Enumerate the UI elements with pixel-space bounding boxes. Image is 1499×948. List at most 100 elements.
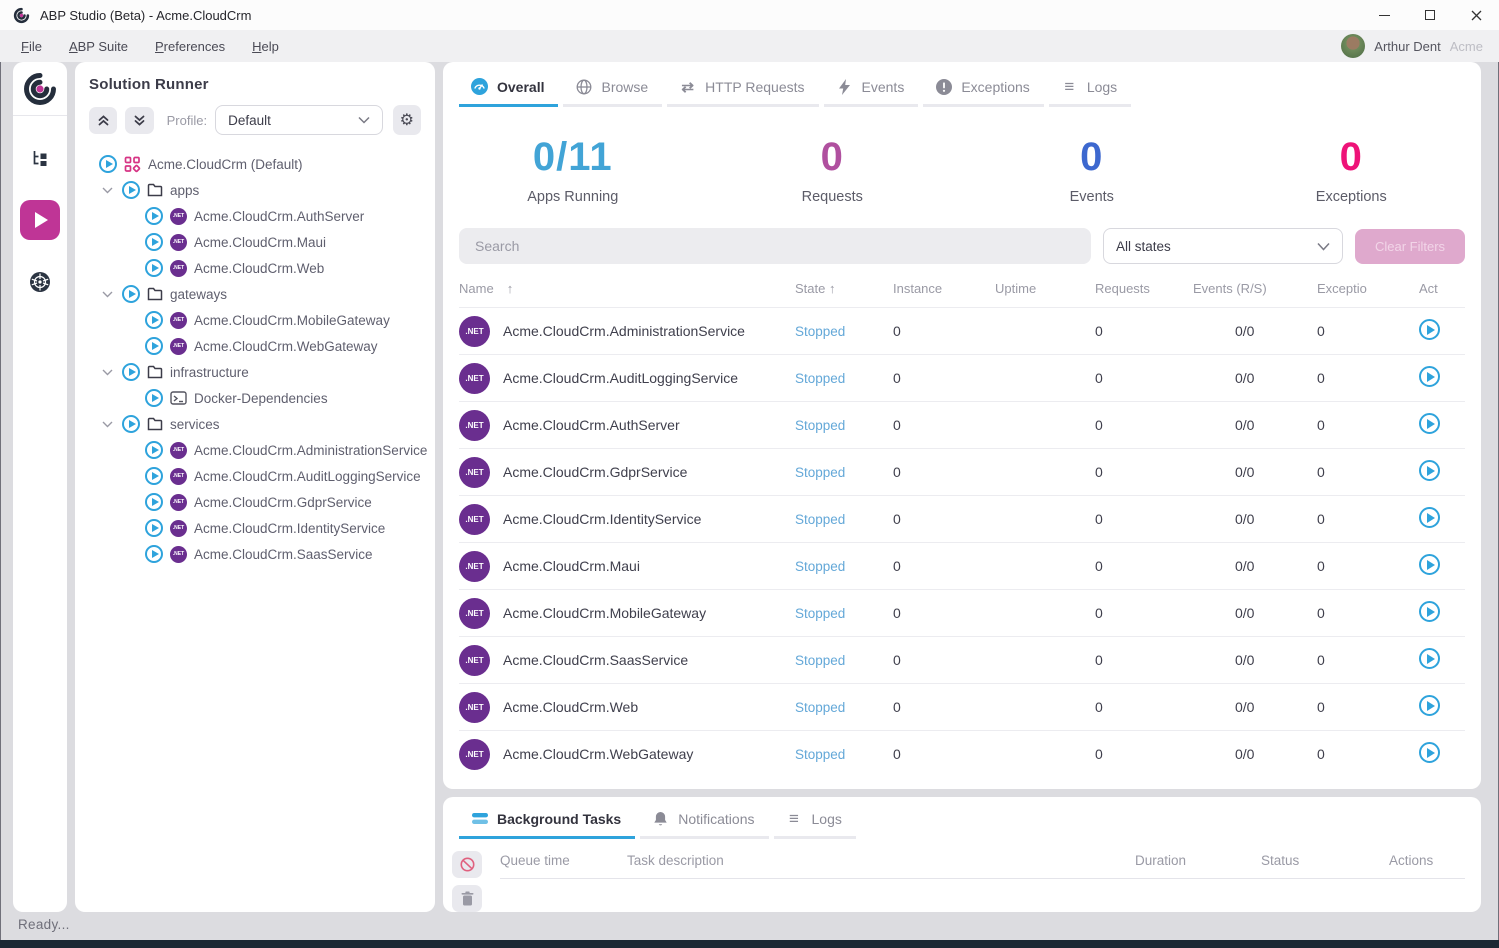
tab-browse[interactable]: Browse: [563, 68, 662, 107]
start-app-button[interactable]: [1419, 507, 1440, 531]
status-bar: Ready...: [0, 912, 1499, 940]
menu-file[interactable]: File: [21, 39, 42, 54]
tree-item-administrationservice[interactable]: Acme.CloudCrm.AdministrationService: [75, 437, 435, 463]
app-events: 0/0: [1193, 746, 1317, 762]
start-app-button[interactable]: [1419, 601, 1440, 625]
tree-item-infrastructure[interactable]: infrastructure: [75, 359, 435, 385]
tree-item-identityservice[interactable]: Acme.CloudCrm.IdentityService: [75, 515, 435, 541]
play-icon[interactable]: [145, 337, 163, 355]
clear-tasks-button[interactable]: [452, 885, 482, 912]
play-icon[interactable]: [145, 389, 163, 407]
play-icon[interactable]: [122, 363, 140, 381]
tab-http-requests[interactable]: ⇄ HTTP Requests: [667, 68, 818, 107]
runner-settings-button[interactable]: ⚙: [393, 105, 421, 135]
solution-explorer-button[interactable]: [20, 138, 60, 178]
expand-all-button[interactable]: [125, 107, 153, 134]
tree-item-auditloggingservice[interactable]: Acme.CloudCrm.AuditLoggingService: [75, 463, 435, 489]
play-icon[interactable]: [145, 545, 163, 563]
minimize-button[interactable]: [1361, 0, 1407, 30]
app-state: Stopped: [795, 653, 893, 668]
bell-icon: [652, 810, 669, 827]
start-app-button[interactable]: [1419, 742, 1440, 766]
tree-item-authserver[interactable]: Acme.CloudCrm.AuthServer: [75, 203, 435, 229]
column-header-state[interactable]: State: [795, 281, 893, 296]
chevron-down-icon[interactable]: [99, 421, 115, 428]
tree-item-label: Docker-Dependencies: [194, 391, 328, 406]
play-icon[interactable]: [99, 155, 117, 173]
chevron-down-icon[interactable]: [99, 187, 115, 194]
play-icon: [1419, 507, 1440, 528]
play-icon[interactable]: [122, 415, 140, 433]
tab-events[interactable]: Events: [824, 68, 919, 107]
tree-item-services[interactable]: services: [75, 411, 435, 437]
tree-item-solution[interactable]: Acme.CloudCrm (Default): [75, 151, 435, 177]
dotnet-icon: [459, 598, 490, 629]
column-header-requests[interactable]: Requests: [1095, 281, 1193, 296]
tasks-table-header: Queue time Task description Duration Sta…: [500, 843, 1465, 879]
play-icon[interactable]: [145, 259, 163, 277]
tree-item-gdprservice[interactable]: Acme.CloudCrm.GdprService: [75, 489, 435, 515]
tab-notifications[interactable]: Notifications: [640, 800, 768, 839]
state-filter-dropdown[interactable]: All states: [1103, 228, 1343, 264]
collapse-all-button[interactable]: [89, 107, 117, 134]
tree-item-gateways[interactable]: gateways: [75, 281, 435, 307]
search-input[interactable]: [459, 228, 1091, 264]
globe-icon: [575, 78, 592, 95]
play-icon[interactable]: [145, 519, 163, 537]
folder-icon: [147, 417, 163, 431]
tab-overall[interactable]: Overall: [459, 68, 558, 107]
tree-item-webgateway[interactable]: Acme.CloudCrm.WebGateway: [75, 333, 435, 359]
start-app-button[interactable]: [1419, 695, 1440, 719]
menu-abp-suite[interactable]: ABP Suite: [69, 39, 128, 54]
maximize-button[interactable]: [1407, 0, 1453, 30]
play-icon[interactable]: [145, 233, 163, 251]
play-icon[interactable]: [145, 467, 163, 485]
solution-runner-button[interactable]: [20, 200, 60, 240]
play-icon[interactable]: [145, 207, 163, 225]
tree-item-web[interactable]: Acme.CloudCrm.Web: [75, 255, 435, 281]
menu-help[interactable]: Help: [252, 39, 279, 54]
start-app-button[interactable]: [1419, 319, 1440, 343]
tab-background-tasks[interactable]: Background Tasks: [459, 800, 635, 839]
app-name: Acme.CloudCrm.AdministrationService: [503, 323, 745, 339]
tree-item-saasservice[interactable]: Acme.CloudCrm.SaasService: [75, 541, 435, 567]
start-app-button[interactable]: [1419, 413, 1440, 437]
column-header-uptime[interactable]: Uptime: [995, 281, 1095, 296]
play-icon[interactable]: [122, 181, 140, 199]
play-icon: [1419, 648, 1440, 669]
tab-label: Notifications: [678, 811, 754, 827]
column-header-instance[interactable]: Instance: [893, 281, 995, 296]
tab-logs[interactable]: ≡ Logs: [1049, 68, 1131, 107]
tab-logs[interactable]: ≡ Logs: [774, 800, 856, 839]
play-icon[interactable]: [122, 285, 140, 303]
profile-dropdown[interactable]: Default: [215, 105, 383, 135]
user-avatar[interactable]: [1341, 34, 1365, 58]
clear-filters-button[interactable]: Clear Filters: [1355, 229, 1465, 264]
tree-item-mobilegateway[interactable]: Acme.CloudCrm.MobileGateway: [75, 307, 435, 333]
chevron-down-icon[interactable]: [99, 291, 115, 298]
start-app-button[interactable]: [1419, 648, 1440, 672]
cancel-tasks-button[interactable]: [452, 851, 482, 878]
app-events: 0/0: [1193, 464, 1317, 480]
start-app-button[interactable]: [1419, 366, 1440, 390]
tree-item-label: Acme.CloudCrm.GdprService: [194, 495, 372, 510]
start-app-button[interactable]: [1419, 554, 1440, 578]
kubernetes-button[interactable]: [20, 262, 60, 302]
play-icon[interactable]: [145, 311, 163, 329]
tree-item-docker-dependencies[interactable]: Docker-Dependencies: [75, 385, 435, 411]
tree-item-maui[interactable]: Acme.CloudCrm.Maui: [75, 229, 435, 255]
user-box[interactable]: Arthur Dent Acme: [1341, 30, 1483, 62]
column-header-name[interactable]: Name: [459, 281, 795, 296]
close-button[interactable]: [1453, 0, 1499, 30]
column-header-events[interactable]: Events (R/S): [1193, 281, 1317, 296]
tab-exceptions[interactable]: Exceptions: [923, 68, 1043, 107]
tree-item-apps[interactable]: apps: [75, 177, 435, 203]
play-icon[interactable]: [145, 441, 163, 459]
app-exceptions: 0: [1317, 511, 1419, 527]
menu-preferences[interactable]: Preferences: [155, 39, 225, 54]
column-header-exceptions[interactable]: Exceptio: [1317, 281, 1419, 296]
app-instance: 0: [893, 605, 995, 621]
start-app-button[interactable]: [1419, 460, 1440, 484]
play-icon[interactable]: [145, 493, 163, 511]
chevron-down-icon[interactable]: [99, 369, 115, 376]
